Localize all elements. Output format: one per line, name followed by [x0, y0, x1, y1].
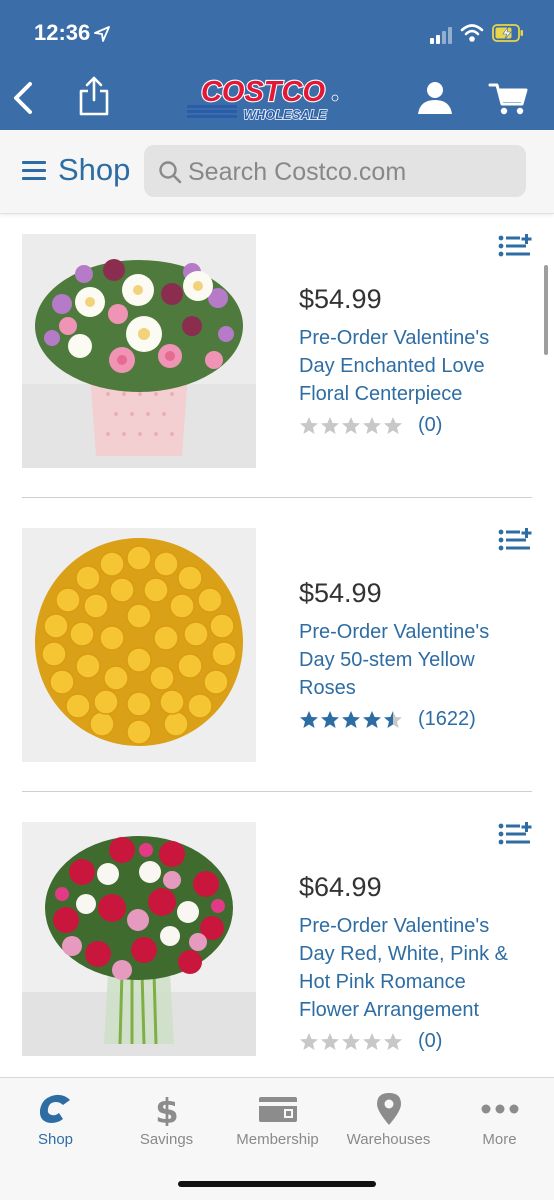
costco-wordmark: COSTCO WHOLESALE	[187, 75, 339, 123]
status-time: 12:36	[34, 20, 91, 45]
star-icon	[342, 1032, 360, 1050]
star-icon	[321, 416, 339, 434]
location-pin-icon	[376, 1093, 401, 1125]
search-bar: Shop Search Costco.com	[0, 130, 554, 214]
home-indicator	[178, 1181, 376, 1187]
product-rating[interactable]: (1622)	[299, 708, 476, 731]
tab-savings[interactable]: $ Savings	[111, 1078, 222, 1168]
star-icon	[321, 710, 339, 728]
tab-label: Warehouses	[346, 1131, 431, 1148]
svg-text:COSTCO: COSTCO	[201, 76, 326, 108]
star-icon	[384, 1032, 402, 1050]
shop-menu-button[interactable]: Shop	[22, 152, 130, 188]
search-placeholder: Search Costco.com	[188, 158, 407, 186]
product-name-link[interactable]: Pre-Order Valentine's Day Enchanted Love…	[299, 324, 529, 408]
tab-label: Membership	[236, 1131, 319, 1148]
star-icon	[363, 710, 381, 728]
account-icon[interactable]	[414, 80, 456, 116]
star-icon	[342, 710, 360, 728]
location-arrow-icon	[94, 26, 110, 42]
tab-membership[interactable]: Membership	[222, 1078, 333, 1168]
review-count: (1622)	[418, 708, 476, 730]
app-header: 12:36 COSTCO WHOLESALE	[0, 0, 554, 130]
scrollbar[interactable]	[544, 265, 548, 355]
tab-label: Shop	[37, 1131, 74, 1148]
svg-text:$: $	[155, 1092, 179, 1126]
rating-stars	[299, 1032, 404, 1052]
tab-shop[interactable]: Shop	[0, 1078, 111, 1168]
tab-label: Savings	[139, 1131, 194, 1148]
hamburger-icon	[22, 159, 46, 181]
star-icon	[384, 710, 402, 728]
product-image[interactable]	[22, 822, 256, 1056]
signal-icon	[430, 26, 454, 44]
review-count: (0)	[418, 1030, 443, 1052]
star-icon	[363, 1032, 381, 1050]
search-icon	[159, 161, 182, 184]
tab-warehouses[interactable]: Warehouses	[333, 1078, 444, 1168]
product-name-link[interactable]: Pre-Order Valentine's Day Red, White, Pi…	[299, 912, 529, 1024]
product-image[interactable]	[22, 528, 256, 762]
product-rating[interactable]: (0)	[299, 414, 442, 437]
review-count: (0)	[418, 414, 443, 436]
rating-stars	[299, 710, 404, 730]
battery-icon	[492, 24, 523, 42]
dollar-icon: $	[155, 1092, 179, 1126]
tab-more[interactable]: More	[444, 1078, 554, 1168]
star-icon	[321, 1032, 339, 1050]
product-name-link[interactable]: Pre-Order Valentine's Day 50-stem Yellow…	[299, 618, 529, 702]
star-icon	[300, 1032, 318, 1050]
product-price: $54.99	[299, 578, 382, 608]
product-card[interactable]: $54.99 Pre-Order Valentine's Day Enchant…	[0, 204, 554, 498]
star-icon	[363, 416, 381, 434]
share-icon[interactable]	[76, 74, 112, 118]
cart-icon[interactable]	[488, 80, 530, 116]
add-to-list-icon[interactable]	[498, 234, 532, 258]
product-image[interactable]	[22, 234, 256, 468]
star-icon	[300, 710, 318, 728]
wifi-icon	[460, 24, 484, 42]
costco-c-icon	[39, 1094, 70, 1123]
star-icon	[342, 416, 360, 434]
shop-menu-label: Shop	[58, 152, 131, 187]
svg-text:WHOLESALE: WHOLESALE	[243, 107, 326, 122]
add-to-list-icon[interactable]	[498, 822, 532, 846]
product-price: $64.99	[299, 872, 382, 902]
costco-logo[interactable]: COSTCO WHOLESALE	[183, 74, 343, 124]
star-icon	[300, 416, 318, 434]
star-icon	[384, 416, 402, 434]
rating-stars	[299, 416, 404, 436]
membership-card-icon	[258, 1097, 297, 1122]
product-price: $54.99	[299, 284, 382, 314]
product-card[interactable]: $64.99 Pre-Order Valentine's Day Red, Wh…	[0, 792, 554, 1086]
more-dots-icon	[481, 1104, 518, 1114]
product-card[interactable]: $54.99 Pre-Order Valentine's Day 50-stem…	[0, 498, 554, 792]
product-rating[interactable]: (0)	[299, 1030, 442, 1053]
add-to-list-icon[interactable]	[498, 528, 532, 552]
tab-label: More	[482, 1131, 517, 1148]
back-arrow-icon[interactable]	[8, 80, 40, 116]
